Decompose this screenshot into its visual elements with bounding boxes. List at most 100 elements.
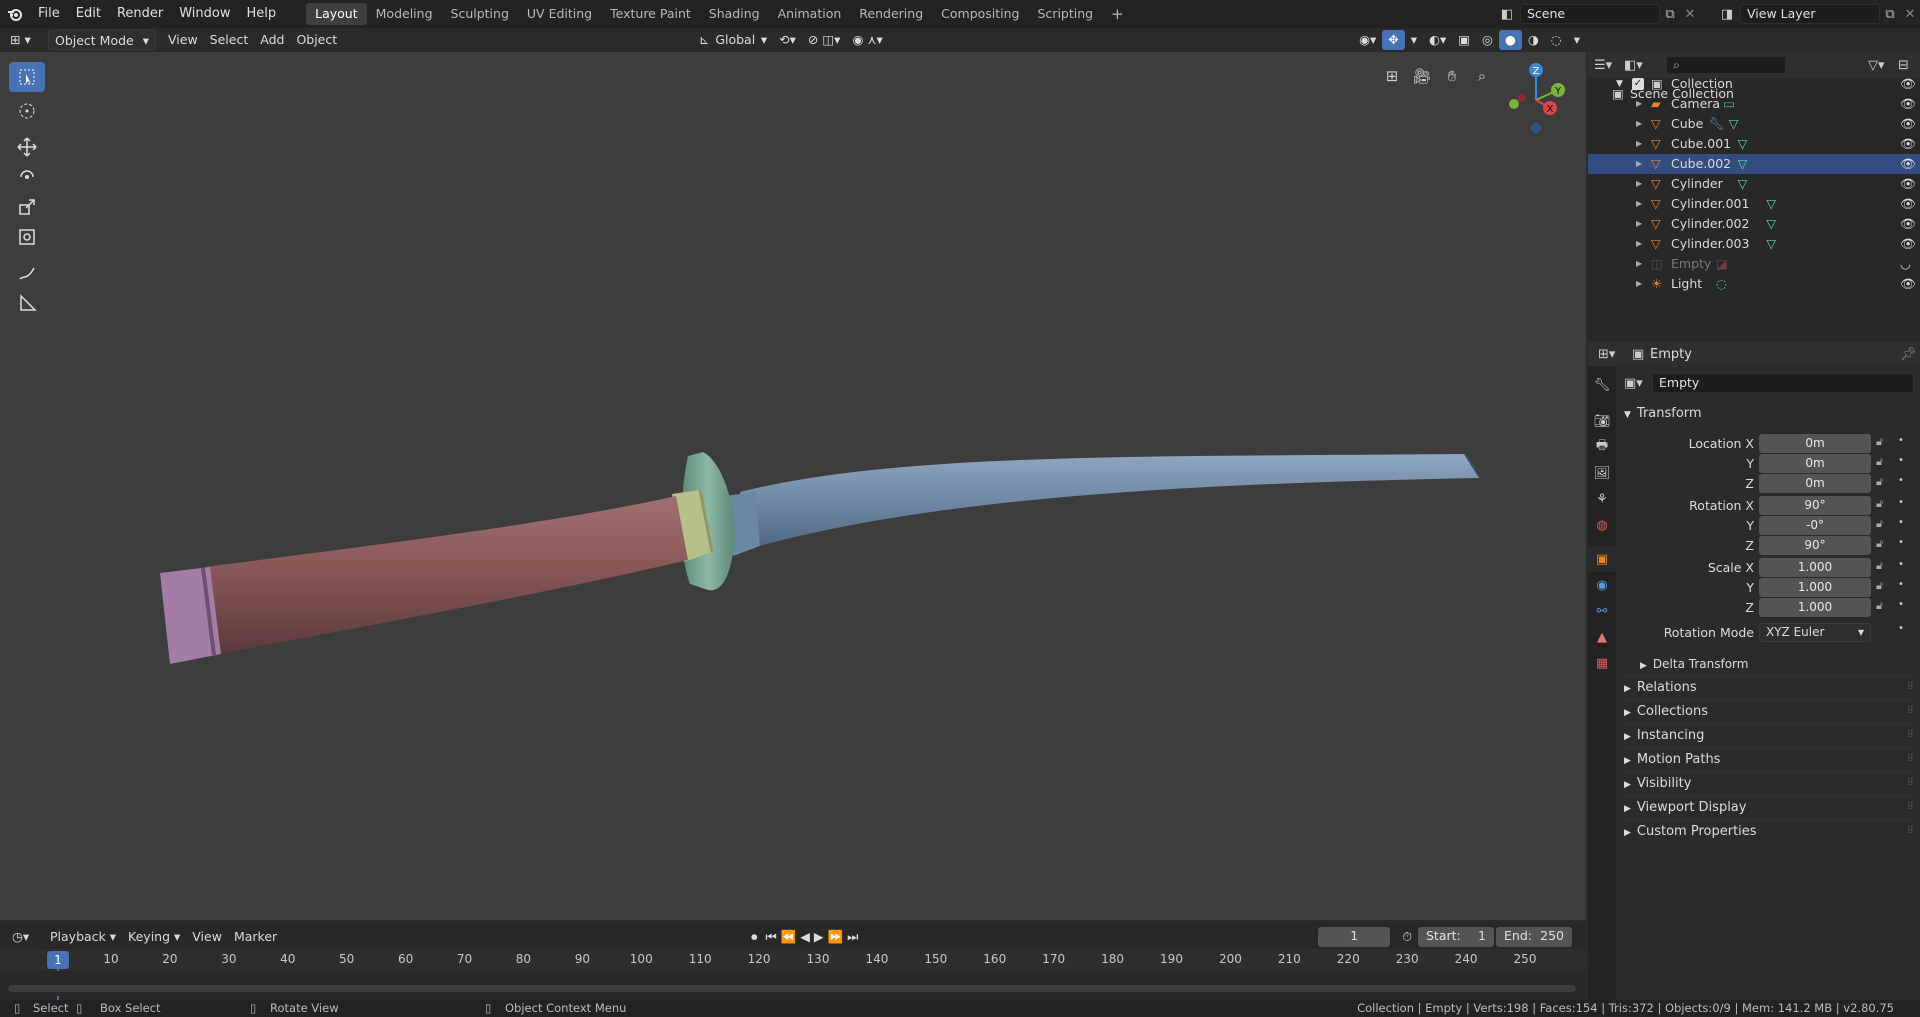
outliner-row-cylinder-002[interactable]: ▶ ▽ Cylinder.002 ▽ 👁︎ (1588, 214, 1920, 234)
view-layer-field[interactable]: View Layer (1740, 4, 1880, 24)
expand-arrow-icon[interactable]: ▶ (1636, 134, 1642, 154)
menu-help[interactable]: Help (239, 0, 285, 28)
keyframe-dot-icon[interactable]: • (1898, 497, 1904, 508)
blender-logo-icon[interactable] (0, 0, 30, 28)
scene-icon[interactable]: ◧ (1494, 7, 1520, 22)
jump-end-icon[interactable]: ⏭ (845, 927, 860, 947)
properties-editor-icon[interactable]: ⊞▾ (1598, 347, 1632, 362)
eye-closed-icon[interactable]: ◡ (1900, 254, 1911, 274)
3d-viewport[interactable]: Z Y X ⊞ 🎥︎ ✋︎ ⌕ (0, 52, 1586, 920)
panel-viewport-display[interactable]: ▶ Viewport Display ⠿ (1624, 796, 1914, 818)
outliner-item-label[interactable]: Light (1671, 274, 1702, 294)
eye-icon[interactable]: 👁︎ (1900, 274, 1916, 294)
workspace-tab-sculpting[interactable]: Sculpting (442, 3, 518, 25)
scene-field[interactable]: Scene (1520, 4, 1660, 24)
drag-handle-icon[interactable]: ⠿ (1907, 821, 1914, 843)
menu-add[interactable]: Add (254, 30, 290, 50)
outliner-editor-icon[interactable]: ☰▾ (1594, 58, 1624, 73)
outliner-item-label[interactable]: Cylinder.002 (1671, 214, 1749, 234)
new-view-layer-icon[interactable]: ⧉ (1880, 7, 1900, 22)
location-x-field[interactable]: 0m (1759, 434, 1871, 453)
record-icon[interactable]: ⏺ (745, 927, 763, 947)
eye-icon[interactable]: 👁︎ (1900, 94, 1916, 114)
lock-icon[interactable]: 🔓︎ (1876, 517, 1883, 531)
workspace-tab-modeling[interactable]: Modeling (367, 3, 442, 25)
start-frame-field[interactable]: Start: 1 (1418, 927, 1494, 947)
workspace-tab-scripting[interactable]: Scripting (1029, 3, 1103, 25)
keyframe-dot-icon[interactable]: • (1898, 455, 1904, 466)
lock-icon[interactable]: 🔓︎ (1876, 435, 1883, 449)
outliner-item-label[interactable]: Camera (1671, 94, 1720, 114)
panel-motion-paths[interactable]: ▶ Motion Paths ⠿ (1624, 748, 1914, 770)
gizmo-dropdown-icon[interactable]: ▾ (1405, 30, 1423, 50)
outliner-row-cylinder-001[interactable]: ▶ ▽ Cylinder.001 ▽ 👁︎ (1588, 194, 1920, 214)
menu-edit[interactable]: Edit (68, 0, 109, 28)
outliner-row-collection[interactable]: ▼ ✓ ▣ Collection 👁︎ (1588, 74, 1920, 94)
object-name-field[interactable]: Empty (1652, 373, 1914, 393)
expand-arrow-icon[interactable]: ▶ (1636, 154, 1642, 174)
menu-file[interactable]: File (30, 0, 68, 28)
expand-arrow-icon[interactable]: ▶ (1636, 234, 1642, 254)
keyframe-dot-icon[interactable]: • (1898, 579, 1904, 590)
eye-icon[interactable]: 👁︎ (1900, 154, 1916, 174)
location-y-field[interactable]: 0m (1759, 454, 1871, 473)
view-layer-icon[interactable]: ◨ (1714, 7, 1740, 22)
snap-icon[interactable]: ⊘ ◫▾ (802, 30, 847, 50)
menu-object[interactable]: Object (290, 30, 343, 50)
menu-render[interactable]: Render (109, 0, 171, 28)
eye-icon[interactable]: 👁︎ (1900, 214, 1916, 234)
eye-icon[interactable]: 👁︎ (1900, 114, 1916, 134)
shading-dropdown-icon[interactable]: ▾ (1568, 30, 1586, 50)
timeline-menu-view[interactable]: View (186, 927, 228, 947)
gizmo-toggle-icon[interactable]: ✥ (1382, 30, 1405, 50)
workspace-tab-compositing[interactable]: Compositing (932, 3, 1028, 25)
stopwatch-icon[interactable]: ⏱ (1396, 927, 1418, 947)
outliner-item-label[interactable]: Cube.001 (1671, 134, 1731, 154)
world-tab-icon[interactable]: ◍ (1588, 512, 1616, 538)
rotation-y-field[interactable]: -0° (1759, 516, 1871, 535)
texture-tab-icon[interactable]: ▦ (1588, 650, 1616, 676)
keyframe-dot-icon[interactable]: • (1898, 559, 1904, 570)
timeline-scrollbar[interactable] (8, 985, 1576, 992)
editor-type-icon[interactable]: ⊞ ▾ (4, 30, 48, 50)
output-tab-icon[interactable]: 🖶 (1588, 434, 1616, 460)
outliner-row-camera[interactable]: ▶ ▰ Camera ▭ 👁︎ (1588, 94, 1920, 114)
workspace-tab-animation[interactable]: Animation (769, 3, 851, 25)
eye-icon[interactable]: 👁︎ (1900, 234, 1916, 254)
menu-select[interactable]: Select (204, 30, 255, 50)
workspace-tab-shading[interactable]: Shading (700, 3, 769, 25)
panel-instancing[interactable]: ▶ Instancing ⠿ (1624, 724, 1914, 746)
scale-y-field[interactable]: 1.000 (1759, 578, 1871, 597)
lock-icon[interactable]: 🔓︎ (1876, 497, 1883, 511)
expand-arrow-icon[interactable]: ▶ (1636, 214, 1642, 234)
jump-keyframe-back-icon[interactable]: ⏪ (779, 927, 799, 947)
filter-icon[interactable]: ▽▾ (1868, 58, 1898, 73)
keyframe-dot-icon[interactable]: • (1898, 517, 1904, 528)
panel-collections[interactable]: ▶ Collections ⠿ (1624, 700, 1914, 722)
menu-view[interactable]: View (162, 30, 204, 50)
rendered-shading-icon[interactable]: ◌ (1545, 30, 1568, 50)
drag-handle-icon[interactable]: ⠿ (1907, 749, 1914, 771)
outliner-item-label[interactable]: Cylinder.001 (1671, 194, 1749, 214)
lock-icon[interactable]: 🔓︎ (1876, 537, 1883, 551)
display-mode-icon[interactable]: ◧▾ (1624, 58, 1660, 73)
outliner-item-label[interactable]: Empty (1671, 254, 1711, 274)
drag-handle-icon[interactable]: ⠿ (1907, 773, 1914, 795)
rotation-x-field[interactable]: 90° (1759, 496, 1871, 515)
expand-arrow-icon[interactable]: ▶ (1636, 254, 1642, 274)
workspace-tab-texture-paint[interactable]: Texture Paint (601, 3, 700, 25)
outliner-row-cube[interactable]: ▶ ▽ Cube 🔧︎ ▽ 👁︎ (1588, 114, 1920, 134)
panel-relations[interactable]: ▶ Relations ⠿ (1624, 676, 1914, 698)
katana-model[interactable] (0, 52, 1586, 920)
lock-icon[interactable]: 🔓︎ (1876, 475, 1883, 489)
lock-icon[interactable]: 🔓︎ (1876, 579, 1883, 593)
menu-marker[interactable]: Marker (228, 927, 283, 947)
outliner-search-input[interactable]: ⌕ (1666, 56, 1786, 74)
expand-arrow-icon[interactable]: ▶ (1636, 114, 1642, 134)
object-tab-icon[interactable]: ▣ (1588, 546, 1616, 572)
outliner-item-label[interactable]: Cylinder.003 (1671, 234, 1749, 254)
collection-checkbox[interactable]: ✓ (1632, 78, 1644, 90)
proportional-edit-icon[interactable]: ◉ ⋏▾ (846, 30, 888, 50)
mode-dropdown[interactable]: Object Mode ▾ (48, 30, 156, 50)
jump-keyframe-forward-icon[interactable]: ⏩ (826, 927, 846, 947)
